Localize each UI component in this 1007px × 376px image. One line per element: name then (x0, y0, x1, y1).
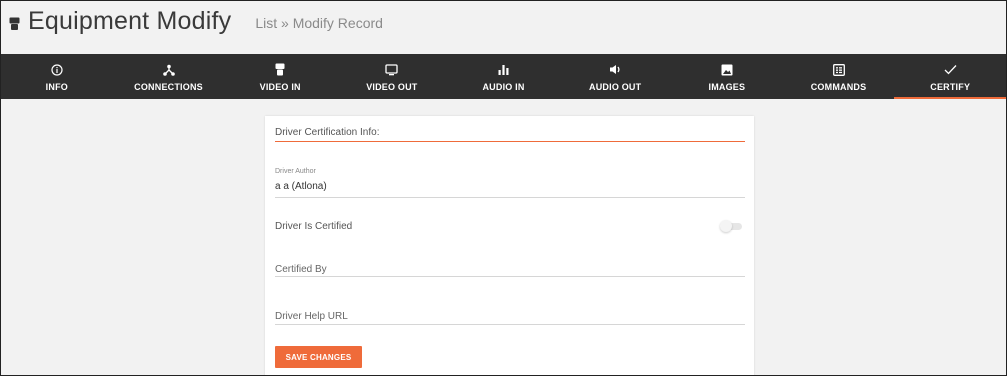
page-title: Equipment Modify (28, 6, 232, 35)
section-title: Driver Certification Info: (275, 127, 745, 142)
tab-video-in[interactable]: VIDEO IN (224, 54, 336, 99)
tab-images[interactable]: IMAGES (671, 54, 783, 99)
tab-label: VIDEO IN (259, 81, 301, 92)
info-icon (51, 62, 63, 78)
driver-author-value: a a (Atlona) (275, 181, 327, 192)
divider (275, 197, 745, 198)
tab-info[interactable]: INFO (1, 54, 113, 99)
breadcrumb: List » Modify Record (255, 15, 383, 31)
tab-label: VIDEO OUT (366, 81, 418, 92)
tab-label: CONNECTIONS (134, 81, 203, 92)
breadcrumb-list-link[interactable]: List (255, 15, 277, 31)
save-changes-button[interactable]: SAVE CHANGES (275, 346, 362, 368)
image-icon (721, 62, 733, 78)
breadcrumb-current: Modify Record (292, 15, 383, 31)
tab-connections[interactable]: CONNECTIONS (113, 54, 225, 99)
projector-icon (9, 17, 20, 31)
tab-label: COMMANDS (810, 81, 867, 92)
app-window: Equipment Modify List » Modify Record IN… (0, 0, 1007, 376)
toggle-knob (720, 220, 732, 232)
tab-label: AUDIO IN (482, 81, 525, 92)
driver-author-label: Driver Author (275, 168, 316, 175)
connections-icon (162, 62, 175, 78)
driver-certified-label: Driver Is Certified (275, 221, 353, 232)
driver-help-url-input[interactable] (275, 306, 745, 326)
bars-icon (498, 62, 509, 78)
check-icon (944, 62, 957, 78)
tab-audio-out[interactable]: AUDIO OUT (559, 54, 671, 99)
tab-label: CERTIFY (930, 81, 971, 92)
breadcrumb-separator: » (277, 15, 293, 31)
divider (275, 276, 745, 277)
tab-certify[interactable]: CERTIFY (894, 54, 1006, 99)
tab-video-out[interactable]: VIDEO OUT (336, 54, 448, 99)
tab-bar: INFO CONNECTIONS VIDEO IN VIDEO OUT AUDI… (1, 54, 1006, 99)
commands-icon (832, 62, 845, 78)
monitor-icon (385, 62, 398, 78)
speaker-icon (609, 62, 622, 78)
video-in-icon (275, 62, 285, 78)
tab-audio-in[interactable]: AUDIO IN (448, 54, 560, 99)
divider (275, 324, 745, 325)
certification-form: Driver Certification Info: Driver Author… (265, 116, 754, 375)
tab-commands[interactable]: COMMANDS (783, 54, 895, 99)
tab-label: IMAGES (708, 81, 746, 92)
page-header: Equipment Modify List » Modify Record (1, 1, 1006, 51)
tab-label: AUDIO OUT (589, 81, 642, 92)
tab-label: INFO (45, 81, 68, 92)
driver-certified-toggle[interactable] (720, 220, 744, 232)
